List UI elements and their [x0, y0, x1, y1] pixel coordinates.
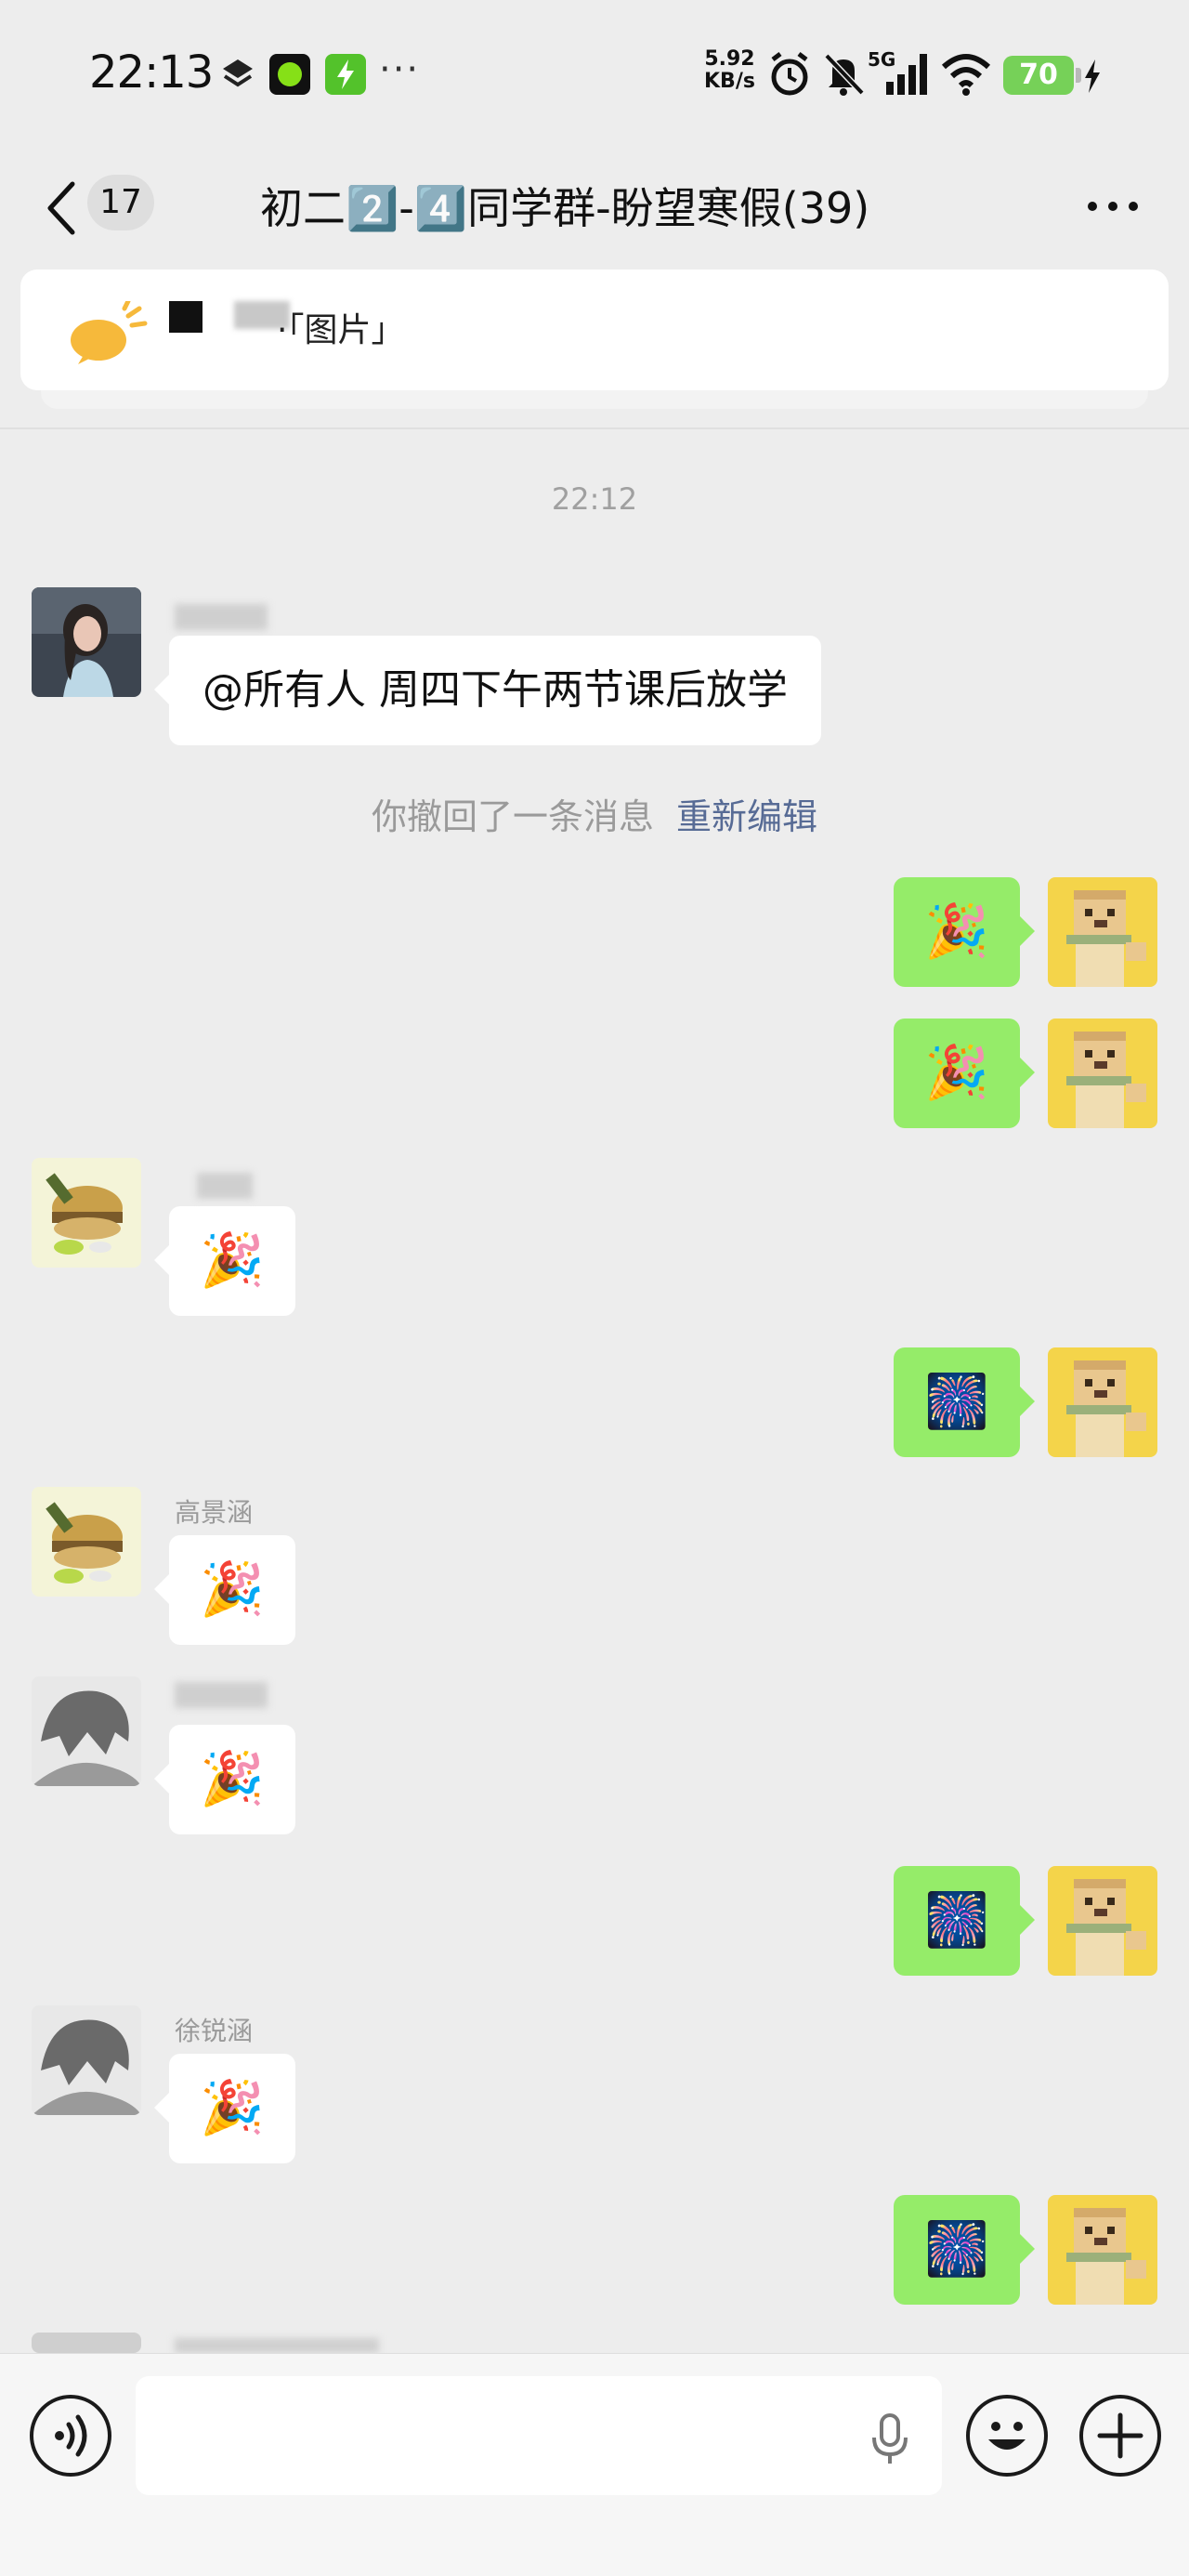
charging-app-icon [325, 54, 366, 95]
dog-avatar-image [1048, 1347, 1157, 1457]
self-emoji-bubble[interactable]: 🎆 [894, 1866, 1035, 1976]
party-popper-icon: 🎉 [200, 1749, 265, 1809]
more-notifications-icon: ··· [379, 48, 421, 91]
avatar[interactable] [32, 1158, 141, 1268]
dog-avatar-image [1048, 877, 1157, 987]
avatar[interactable] [32, 1487, 141, 1597]
avatar[interactable] [32, 2005, 141, 2115]
status-time: 22:13 [89, 46, 214, 99]
unread-badge[interactable]: 17 [87, 175, 154, 230]
self-emoji-bubble[interactable]: 🎆 [894, 1347, 1035, 1457]
party-popper-icon: 🎉 [200, 1559, 265, 1620]
charging-icon [1085, 59, 1100, 93]
self-avatar[interactable] [1048, 1866, 1157, 1976]
mic-icon[interactable] [868, 2412, 912, 2467]
dog-avatar-image [1048, 1866, 1157, 1976]
alarm-icon [771, 52, 808, 96]
fireworks-icon: 🎆 [924, 1890, 989, 1951]
recall-notice: 你撤回了一条消息 重新编辑 [0, 788, 1189, 839]
dog-avatar-image [1048, 1019, 1157, 1128]
blurred-sender-name [175, 604, 268, 630]
girl-avatar-image [32, 587, 141, 697]
avatar[interactable] [32, 587, 141, 697]
recall-text: 你撤回了一条消息 [371, 796, 654, 837]
self-emoji-bubble[interactable]: 🎆 [894, 2195, 1035, 2305]
self-avatar[interactable] [1048, 877, 1157, 987]
pinned-message[interactable]: ·「图片」 [20, 269, 1169, 409]
re-edit-link[interactable]: 重新编辑 [676, 796, 817, 837]
party-popper-icon: 🎉 [924, 1043, 989, 1103]
party-popper-icon: 🎉 [200, 2078, 265, 2138]
voice-mode-button[interactable] [30, 2395, 111, 2477]
dog-avatar-image [1048, 2195, 1157, 2305]
layers-icon [223, 59, 253, 87]
back-arrow-icon[interactable] [41, 178, 82, 238]
blurred-sender-name [175, 2338, 379, 2353]
self-avatar[interactable] [1048, 2195, 1157, 2305]
fireworks-icon: 🎆 [924, 1372, 989, 1432]
more-functions-button[interactable] [1079, 2395, 1161, 2477]
anime-avatar-image [32, 2005, 141, 2115]
mute-bell-icon [824, 53, 865, 96]
blurred-sender-name [197, 1173, 253, 1199]
self-avatar[interactable] [1048, 1347, 1157, 1457]
emoji-bubble[interactable]: 🎉 [154, 2054, 295, 2163]
message-timestamp: 22:12 [551, 481, 638, 517]
emoji-button[interactable] [966, 2395, 1048, 2477]
smile-icon [988, 2422, 1026, 2450]
emoji-bubble[interactable]: 🎉 [154, 1535, 295, 1645]
chat-title: 初二2️⃣-4️⃣同学群-盼望寒假(39) [260, 183, 870, 233]
header-divider [0, 427, 1189, 429]
battery-indicator: 70 [1003, 56, 1081, 95]
avatar[interactable] [32, 1676, 141, 1786]
net-speed-unit: KB/s [704, 70, 755, 93]
plus-icon [1097, 2412, 1143, 2459]
self-emoji-bubble[interactable]: 🎉 [894, 1019, 1035, 1128]
party-popper-icon: 🎉 [200, 1230, 265, 1291]
anime-avatar-image [32, 1676, 141, 1786]
burger-avatar-image [32, 1487, 141, 1597]
sender-name: 高景涵 [175, 1497, 254, 1528]
message-text: @所有人 周四下午两节课后放学 [203, 666, 788, 714]
signal-icon [886, 54, 927, 95]
message-input[interactable] [136, 2376, 942, 2495]
party-popper-icon: 🎉 [924, 901, 989, 962]
net-speed-value: 5.92 [704, 47, 755, 71]
status-bar: 22:13 ··· 5.92 KB/s 5G 70 [0, 0, 1189, 149]
app-dot-icon [269, 54, 310, 95]
message-input-bar [0, 2353, 1189, 2576]
emoji-bubble[interactable]: 🎉 [154, 1725, 295, 1834]
more-options-icon[interactable] [1085, 195, 1141, 217]
blurred-sender-name [175, 1682, 268, 1708]
pinned-card[interactable]: ·「图片」 [20, 269, 1169, 390]
sender-avatar-thumb [169, 301, 203, 333]
fireworks-icon: 🎆 [924, 2219, 989, 2280]
emoji-bubble[interactable]: 🎉 [154, 1206, 295, 1316]
burger-avatar-image [32, 1158, 141, 1268]
voice-icon [55, 2414, 87, 2457]
wifi-icon [941, 54, 991, 96]
avatar[interactable] [32, 2333, 141, 2353]
self-avatar[interactable] [1048, 1019, 1157, 1128]
announcement-icon [71, 301, 148, 364]
chat-header: 17 初二2️⃣-4️⃣同学群-盼望寒假(39) [0, 149, 1189, 266]
pinned-text: ·「图片」 [277, 311, 405, 349]
network-speed: 5.92 KB/s [704, 48, 755, 93]
self-emoji-bubble[interactable]: 🎉 [894, 877, 1035, 987]
message-bubble[interactable]: @所有人 周四下午两节课后放学 [154, 636, 821, 745]
sender-name: 徐锐涵 [175, 2016, 254, 2046]
